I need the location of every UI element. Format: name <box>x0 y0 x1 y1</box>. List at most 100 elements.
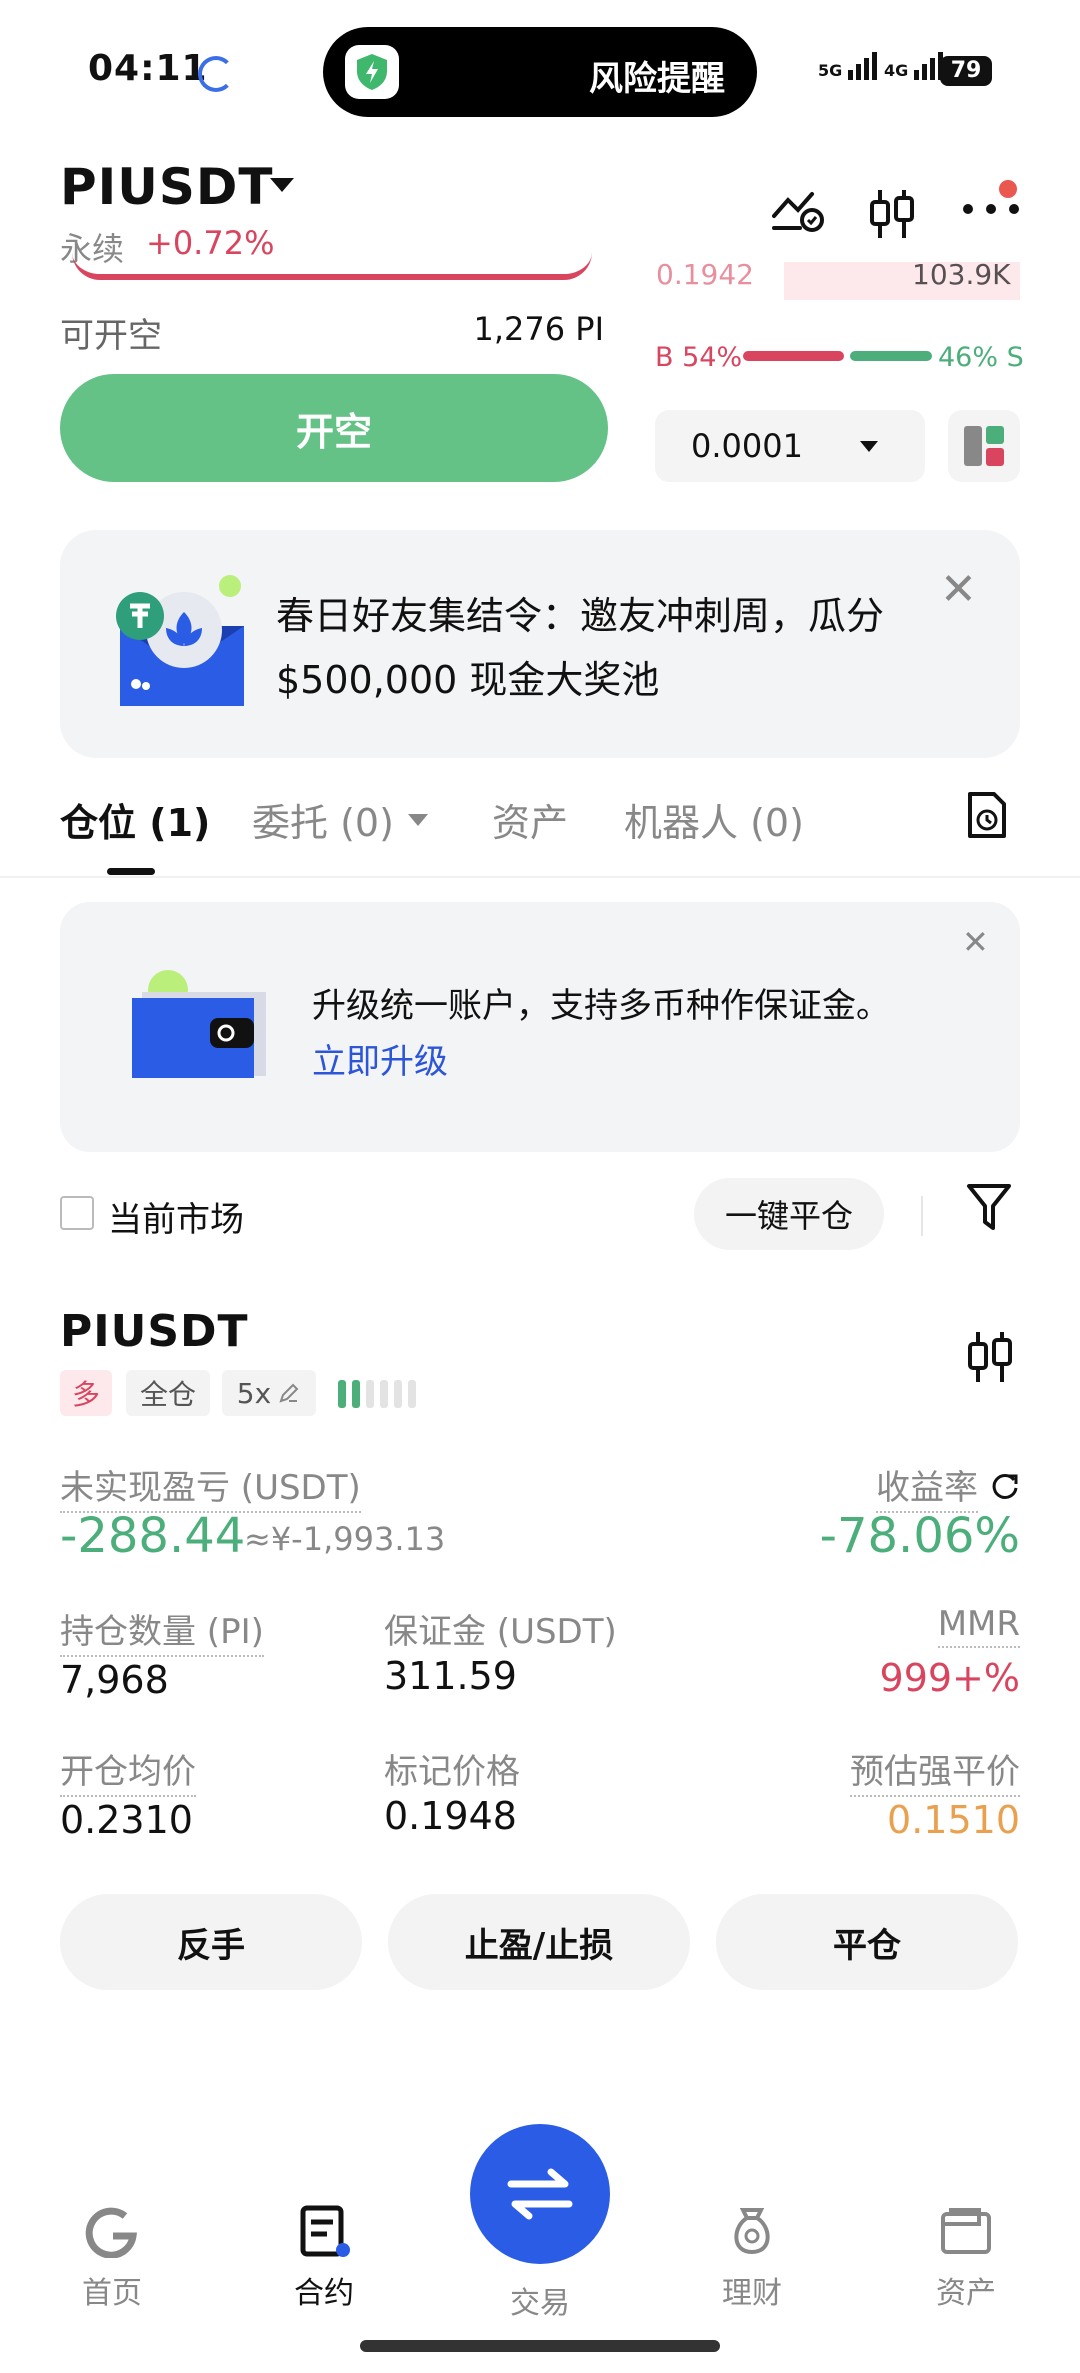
swap-icon <box>507 2168 573 2220</box>
history-icon[interactable] <box>964 790 1008 844</box>
upgrade-text: 升级统一账户，支持多币种作保证金。 <box>312 986 890 1026</box>
risk-level-bar <box>408 1380 416 1408</box>
entry-price-value: 0.2310 <box>60 1798 193 1842</box>
nav-finance-label: 理财 <box>722 2276 782 2311</box>
signal-5g-icon: 5G <box>818 52 882 80</box>
divider <box>921 1196 923 1236</box>
risk-level-bar <box>366 1380 374 1408</box>
orderbook-layout-button[interactable] <box>948 410 1020 482</box>
margin-label: 保证金 (USDT) <box>384 1612 617 1652</box>
price-alert-icon[interactable] <box>770 188 826 238</box>
wallet-icon <box>130 968 270 1082</box>
risk-alert-text: 风险提醒 <box>589 59 725 99</box>
chevron-down-icon <box>407 813 428 826</box>
close-all-button[interactable]: 一键平仓 <box>694 1178 884 1250</box>
risk-level-bar <box>380 1380 388 1408</box>
orderbook-quantity: 103.9K <box>912 258 1011 291</box>
trade-button[interactable] <box>470 2124 610 2264</box>
nav-contract[interactable]: 合约 <box>264 2204 384 2312</box>
leverage-tag[interactable]: 5x <box>222 1370 316 1416</box>
nav-finance[interactable]: 理财 <box>692 2204 812 2312</box>
wallet-icon <box>941 2208 991 2254</box>
reverse-button[interactable]: 反手 <box>60 1894 362 1990</box>
close-position-button[interactable]: 平仓 <box>716 1894 1018 1990</box>
position-symbol[interactable]: PIUSDT <box>60 1306 249 1357</box>
promo-text: 春日好友集结令：邀友冲刺周，瓜分 $500,000 现金大奖池 <box>276 594 885 702</box>
edit-icon <box>279 1383 299 1403</box>
liquidation-price-label[interactable]: 预估强平价 <box>850 1744 1020 1797</box>
open-short-button[interactable]: 开空 <box>60 374 608 482</box>
nav-assets-label: 资产 <box>936 2276 996 2311</box>
roe-value: -78.06% <box>819 1508 1020 1564</box>
entry-price-label[interactable]: 开仓均价 <box>60 1744 196 1797</box>
banner-close-icon[interactable]: ✕ <box>940 568 977 612</box>
upgrade-close-icon[interactable]: ✕ <box>962 926 989 958</box>
nav-home[interactable]: 首页 <box>52 2204 172 2312</box>
upgrade-now-link[interactable]: 立即升级 <box>312 1034 448 1083</box>
tp-sl-button[interactable]: 止盈/止损 <box>388 1894 690 1990</box>
unrealized-pnl-cny: ≈¥-1,993.13 <box>244 1520 446 1558</box>
liquidation-price-value: 0.1510 <box>887 1798 1020 1842</box>
side-tag: 多 <box>60 1370 112 1416</box>
finance-icon <box>734 2208 770 2255</box>
chart-icon[interactable] <box>966 1330 1014 1388</box>
upgrade-account-card <box>60 902 1020 1152</box>
home-indicator <box>360 2340 720 2352</box>
notification-dot <box>999 180 1017 198</box>
sell-button-edge <box>72 252 592 280</box>
price-precision-select[interactable]: 0.0001 <box>655 410 925 482</box>
pair-title[interactable]: PIUSDT <box>60 158 273 216</box>
tab-orders[interactable]: 委托 (0) <box>252 792 428 847</box>
margin-value: 311.59 <box>384 1654 517 1698</box>
current-market-checkbox[interactable] <box>60 1196 94 1230</box>
orderbook-price: 0.1942 <box>656 258 754 291</box>
mmr-value: 999+% <box>879 1656 1020 1700</box>
candlestick-chart-icon[interactable] <box>868 188 916 244</box>
promo-envelope-icon <box>116 572 246 716</box>
risk-level-bar <box>394 1380 402 1408</box>
buy-ratio-bar <box>743 351 844 361</box>
roe-header[interactable]: 收益率 <box>876 1460 1020 1513</box>
tab-orders-label: 委托 (0) <box>252 801 394 845</box>
buy-ratio: B 54% <box>655 342 743 373</box>
signal-4g-icon: 4G <box>884 52 948 80</box>
roe-label: 收益率 <box>876 1460 978 1513</box>
sell-ratio: 46% S <box>938 342 1024 373</box>
nav-trade-label: 交易 <box>510 2286 570 2321</box>
active-tab-indicator <box>107 868 155 875</box>
mark-price-label: 标记价格 <box>384 1752 520 1792</box>
mmr-label[interactable]: MMR <box>937 1604 1020 1648</box>
current-market-label[interactable]: 当前市场 <box>108 1192 244 1241</box>
position-size-value: 7,968 <box>60 1658 169 1702</box>
unrealized-pnl-value: -288.44 <box>60 1508 246 1564</box>
tabs-divider <box>0 876 1080 878</box>
available-short-label: 可开空 <box>60 316 162 356</box>
available-short-value: 1,276 PI <box>473 310 604 348</box>
sell-ratio-bar <box>850 351 932 361</box>
nav-contract-label: 合约 <box>294 2276 354 2311</box>
battery-icon: 79 <box>940 56 992 86</box>
pair-dropdown-icon[interactable] <box>270 178 294 192</box>
filter-icon[interactable] <box>966 1182 1012 1238</box>
margin-mode-tag: 全仓 <box>126 1370 210 1416</box>
risk-level-bar <box>352 1380 360 1408</box>
risk-level-bar <box>338 1380 346 1408</box>
chevron-down-icon <box>860 441 878 452</box>
app-notification-icon <box>198 56 234 92</box>
tab-assets[interactable]: 资产 <box>492 792 568 847</box>
status-time: 04:11 <box>88 48 208 89</box>
nav-home-label: 首页 <box>82 2276 142 2311</box>
leverage-value: 5x <box>236 1376 272 1410</box>
mark-price-value: 0.1948 <box>384 1794 517 1838</box>
home-icon <box>85 2207 138 2259</box>
nav-assets[interactable]: 资产 <box>906 2204 1026 2312</box>
contract-icon <box>300 2205 350 2257</box>
dynamic-island[interactable]: 风险提醒 <box>323 27 757 117</box>
unrealized-pnl-label[interactable]: 未实现盈亏 (USDT) <box>60 1460 361 1513</box>
more-icon[interactable] <box>962 200 1020 219</box>
tab-bots[interactable]: 机器人 (0) <box>624 792 804 847</box>
tab-positions[interactable]: 仓位 (1) <box>60 792 210 847</box>
refresh-icon <box>992 1473 1018 1499</box>
position-size-label[interactable]: 持仓数量 (PI) <box>60 1604 264 1657</box>
precision-value: 0.0001 <box>691 427 803 465</box>
